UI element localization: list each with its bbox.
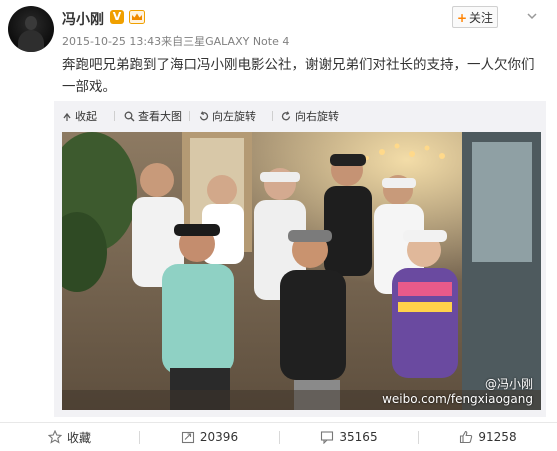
source-prefix: 来自 <box>161 35 184 48</box>
rotate-left-label: 向左旋转 <box>212 110 256 123</box>
crown-icon[interactable] <box>129 10 145 24</box>
rotate-right-button[interactable]: 向右旋转 <box>281 108 339 124</box>
collapse-label: 收起 <box>75 110 97 123</box>
toolbar-divider <box>272 111 273 121</box>
post-photo[interactable]: @冯小刚 weibo.com/fengxiaogang <box>62 132 541 410</box>
chevron-down-icon[interactable] <box>527 11 537 21</box>
view-large-button[interactable]: 查看大图 <box>124 108 182 124</box>
star-icon <box>47 430 62 444</box>
avatar-silhouette-head <box>25 16 37 30</box>
like-count: 91258 <box>478 430 517 444</box>
view-large-label: 查看大图 <box>138 110 182 123</box>
comment-count: 35165 <box>339 430 378 444</box>
post-text: 奔跑吧兄弟跑到了海口冯小刚电影公社，谢谢兄弟们对社长的支持，一人欠你们一部戏。 <box>62 57 535 95</box>
follow-label: 关注 <box>469 11 494 25</box>
favorite-label: 收藏 <box>66 430 91 445</box>
verified-icon[interactable]: V <box>110 10 124 24</box>
repost-count: 20396 <box>199 430 239 444</box>
magnifier-icon <box>124 111 135 121</box>
plus-icon: + <box>456 11 468 25</box>
rotate-right-label: 向右旋转 <box>295 110 339 123</box>
post-meta: 2015-10-25 13:43来自三星GALAXY Note 4 <box>62 33 289 49</box>
rotate-left-icon <box>199 110 209 120</box>
like-button[interactable]: 91258 <box>419 423 557 451</box>
thumbs-up-icon <box>460 430 473 444</box>
author-name[interactable]: 冯小刚 <box>62 9 104 29</box>
repost-button[interactable]: 20396 <box>140 423 279 451</box>
repost-icon <box>181 431 194 444</box>
toolbar-divider <box>189 111 190 121</box>
follow-button[interactable]: + 关注 <box>452 6 498 28</box>
favorite-button[interactable]: 收藏 <box>0 423 139 451</box>
rotate-right-icon <box>281 110 291 120</box>
action-bar: 收藏 20396 35165 91258 <box>0 422 557 451</box>
group-photo-illustration <box>62 132 541 410</box>
toolbar-divider <box>114 111 115 121</box>
watermark-handle: @冯小刚 <box>484 377 533 391</box>
post-timestamp[interactable]: 2015-10-25 13:43 <box>62 35 161 48</box>
rotate-left-button[interactable]: 向左旋转 <box>198 108 256 124</box>
collapse-icon <box>63 112 71 121</box>
comment-button[interactable]: 35165 <box>280 423 418 451</box>
author-avatar[interactable] <box>8 6 54 52</box>
watermark-url: weibo.com/fengxiaogang <box>382 392 533 406</box>
photo-watermark: @冯小刚 weibo.com/fengxiaogang <box>382 375 533 406</box>
collapse-button[interactable]: 收起 <box>62 108 97 124</box>
comment-icon <box>321 431 334 444</box>
avatar-silhouette-body <box>18 30 44 52</box>
post-source-device[interactable]: 三星GALAXY Note 4 <box>183 35 289 48</box>
